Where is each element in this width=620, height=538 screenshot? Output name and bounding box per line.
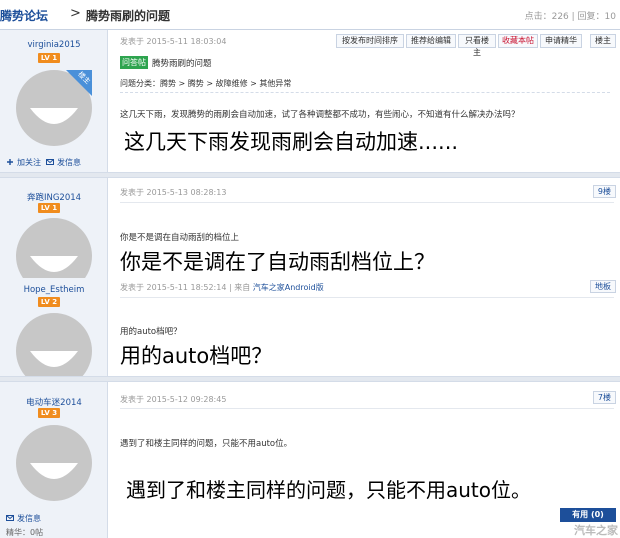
post3-avatar[interactable] bbox=[16, 313, 92, 376]
default-avatar-icon bbox=[16, 313, 92, 376]
post2-avatar[interactable] bbox=[16, 218, 92, 278]
message-link[interactable]: 发信息 bbox=[46, 157, 81, 168]
favorite-button[interactable]: 收藏本帖 bbox=[498, 34, 538, 48]
post4-level-badge: LV 3 bbox=[38, 408, 60, 418]
post-divider bbox=[0, 172, 620, 178]
post2-caption: 你是不是调在了自动雨刮档位上？ bbox=[120, 250, 435, 274]
source-link[interactable]: 汽车之家Android版 bbox=[253, 283, 324, 292]
post4-caption: 遇到了和楼主同样的问题，只能不用auto位。 bbox=[126, 478, 532, 502]
thread-header: 腾势论坛 > 腾势雨刷的问题 点击：226 | 回复：10 bbox=[0, 0, 620, 30]
post1-username[interactable]: virginia2015 bbox=[0, 40, 108, 50]
message-link[interactable]: 发信息 bbox=[6, 513, 41, 524]
post1-caption: 这几天下雨发现雨刷会自动加速...... bbox=[124, 130, 459, 154]
post2-body: 你是不是调在自动雨刮的档位上 bbox=[120, 233, 240, 243]
post2-username[interactable]: 奔跑ING2014 bbox=[0, 191, 108, 203]
breadcrumb-forum[interactable]: 腾势论坛 bbox=[0, 7, 48, 24]
essence-count: 精华：0帖 bbox=[6, 528, 44, 537]
add-icon bbox=[7, 159, 13, 165]
op-corner-badge: 楼主 bbox=[66, 70, 92, 96]
post4-username[interactable]: 电动车迷2014 bbox=[0, 396, 108, 408]
useful-button[interactable]: 有用 (0) bbox=[560, 508, 616, 522]
qa-post-tag: 问答帖 bbox=[120, 56, 148, 69]
envelope-icon bbox=[6, 515, 14, 521]
post4-avatar[interactable] bbox=[16, 425, 92, 501]
only-op-button[interactable]: 只看楼主 bbox=[458, 34, 496, 57]
thread-stats: 点击：226 | 回复：10 bbox=[524, 12, 616, 22]
post3-meta: 发表于 2015-5-11 18:52:14 | 来自 汽车之家Android版 bbox=[120, 283, 324, 292]
thread-title: 腾势雨刷的问题 bbox=[86, 9, 171, 23]
default-avatar-icon bbox=[16, 425, 92, 501]
post1-title: 腾势雨刷的问题 bbox=[152, 59, 212, 69]
post3-level-badge: LV 2 bbox=[38, 297, 60, 307]
post1-body: 这几天下雨，发现腾势的雨刷会自动加速，试了各种调整都不成功，有些闹心，不知道有什… bbox=[120, 110, 520, 120]
envelope-icon bbox=[46, 159, 54, 165]
apply-featured-button[interactable]: 申请精华 bbox=[540, 34, 582, 48]
post3-body: 用的auto档吧？ bbox=[120, 327, 182, 337]
post2-floor[interactable]: 9楼 bbox=[592, 185, 616, 198]
default-avatar-icon bbox=[16, 218, 92, 278]
follow-link[interactable]: 加关注 bbox=[6, 157, 41, 168]
post3-floor[interactable]: 地板 bbox=[590, 280, 616, 293]
post4-meta: 发表于 2015-5-12 09:28:45 bbox=[120, 395, 227, 404]
post3-username[interactable]: Hope_Estheim bbox=[0, 285, 108, 295]
post-divider bbox=[0, 376, 620, 382]
sort-by-time-button[interactable]: 按发布时间排序 bbox=[336, 34, 404, 48]
post2-meta: 发表于 2015-5-13 08:28:13 bbox=[120, 188, 227, 197]
watermark: 汽车之家 bbox=[574, 524, 618, 537]
divider bbox=[120, 408, 614, 409]
post1-category: 问题分类：腾势 > 腾势 > 故障维修 > 其他异常 bbox=[120, 79, 292, 88]
divider bbox=[120, 202, 614, 203]
post4-body: 遇到了和楼主同样的问题，只能不用auto位。 bbox=[120, 439, 293, 449]
breadcrumb-separator: > bbox=[70, 6, 81, 21]
op-floor-label: 楼主 bbox=[590, 34, 616, 48]
divider bbox=[120, 92, 610, 93]
post2-level-badge: LV 1 bbox=[38, 203, 60, 213]
divider bbox=[120, 297, 614, 298]
post1-meta: 发表于 2015-5-11 18:03:04 bbox=[120, 37, 227, 46]
post3-caption: 用的auto档吧？ bbox=[120, 344, 273, 368]
post4-floor[interactable]: 7楼 bbox=[592, 391, 616, 404]
post1-level-badge: LV 1 bbox=[38, 53, 60, 63]
recommend-editor-button[interactable]: 推荐给编辑 bbox=[406, 34, 456, 48]
